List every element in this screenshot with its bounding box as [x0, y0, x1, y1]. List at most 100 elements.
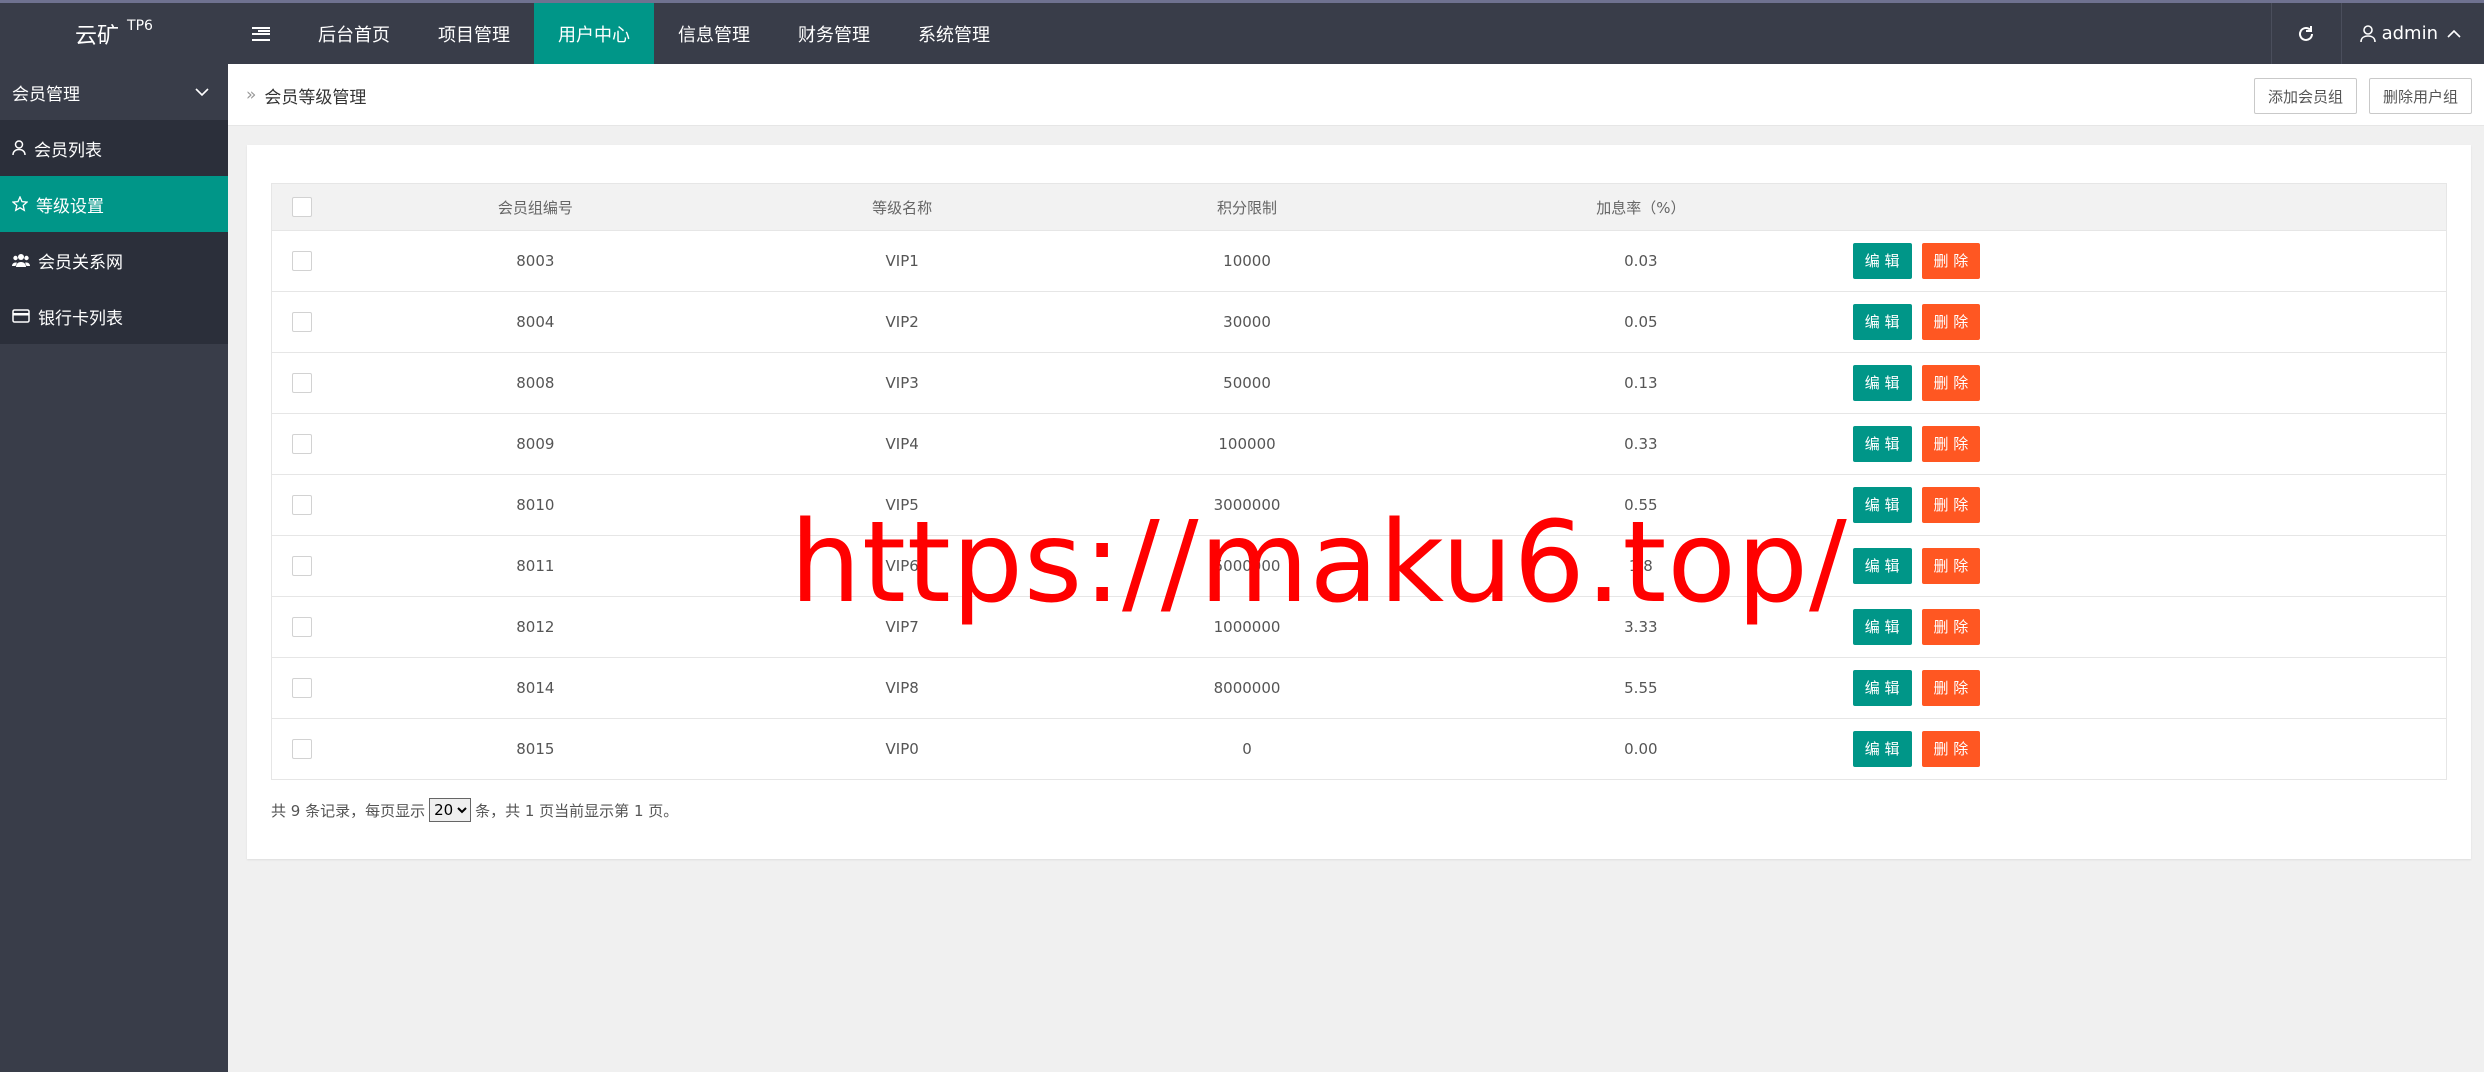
menu-toggle-icon[interactable] — [230, 3, 294, 64]
row-select-cell — [271, 230, 332, 292]
edit-button[interactable]: 编 辑 — [1852, 548, 1912, 584]
delete-button[interactable]: 删 除 — [1921, 487, 1981, 523]
table-row: 8015 VIP0 0 0.00 编 辑删 除 — [271, 718, 2447, 780]
interest-rate-cell: 0.55 — [1428, 474, 1853, 536]
delete-button[interactable]: 删 除 — [1921, 243, 1981, 279]
sidebar-item-bank-cards[interactable]: 银行卡列表 — [0, 288, 228, 344]
edit-button[interactable]: 编 辑 — [1852, 243, 1912, 279]
row-checkbox[interactable] — [291, 739, 312, 759]
row-checkbox[interactable] — [291, 312, 312, 332]
group-id-cell: 8008 — [331, 352, 740, 414]
column-header[interactable]: 等级名称 — [739, 183, 1066, 231]
nav-finance[interactable]: 财务管理 — [774, 3, 894, 64]
level-name-cell: VIP0 — [739, 718, 1066, 780]
level-name-cell: VIP7 — [739, 596, 1066, 658]
content-card: 会员组编号 等级名称 积分限制 加息率（%） 8003 VIP1 10000 0.03… — [247, 145, 2471, 859]
sidebar-item-label: 会员列表 — [34, 140, 102, 161]
interest-rate-cell: 0.33 — [1428, 413, 1853, 475]
interest-rate-cell: 0.05 — [1428, 291, 1853, 353]
double-chevron-right-icon: » — [246, 85, 257, 105]
points-limit-cell: 30000 — [1065, 291, 1429, 353]
delete-user-group-button[interactable]: 删除用户组 — [2368, 78, 2472, 114]
points-limit-cell: 8000000 — [1065, 657, 1429, 719]
delete-button[interactable]: 删 除 — [1921, 426, 1981, 462]
edit-button[interactable]: 编 辑 — [1852, 670, 1912, 706]
row-checkbox[interactable] — [291, 434, 312, 454]
nav-system[interactable]: 系统管理 — [894, 3, 1014, 64]
row-checkbox[interactable] — [291, 617, 312, 637]
edit-button[interactable]: 编 辑 — [1852, 426, 1912, 462]
table-row: 8004 VIP2 30000 0.05 编 辑删 除 — [271, 291, 2447, 353]
star-icon — [12, 196, 28, 212]
edit-button[interactable]: 编 辑 — [1852, 731, 1912, 767]
points-limit-cell: 1000000 — [1065, 596, 1429, 658]
column-header[interactable]: 会员组编号 — [331, 183, 740, 231]
row-actions: 编 辑删 除 — [1852, 718, 2447, 780]
row-select-cell — [271, 413, 332, 475]
sidebar-item-label: 会员关系网 — [38, 252, 123, 273]
sidebar: 会员管理 会员列表 等级设置 会员关系网 银行卡列表 — [0, 64, 228, 1072]
delete-button[interactable]: 删 除 — [1921, 609, 1981, 645]
row-select-cell — [271, 657, 332, 719]
delete-button[interactable]: 删 除 — [1921, 304, 1981, 340]
row-actions: 编 辑删 除 — [1852, 657, 2447, 719]
sidebar-item-label: 等级设置 — [36, 196, 104, 217]
user-icon — [12, 140, 26, 156]
interest-rate-cell: 5.55 — [1428, 657, 1853, 719]
sidebar-group-members[interactable]: 会员管理 — [0, 64, 228, 120]
page-size-select[interactable]: 20 — [429, 798, 472, 822]
logo-text: 云矿 — [75, 23, 120, 49]
delete-button[interactable]: 删 除 — [1921, 548, 1981, 584]
row-checkbox[interactable] — [291, 251, 312, 271]
group-id-cell: 8004 — [331, 291, 740, 353]
nav-user-center[interactable]: 用户中心 — [534, 3, 654, 64]
delete-button[interactable]: 删 除 — [1921, 365, 1981, 401]
row-actions: 编 辑删 除 — [1852, 352, 2447, 414]
table-row: 8009 VIP4 100000 0.33 编 辑删 除 — [271, 413, 2447, 475]
sidebar-item-level-settings[interactable]: 等级设置 — [0, 176, 228, 232]
select-all-checkbox[interactable] — [291, 197, 312, 217]
level-name-cell: VIP6 — [739, 535, 1066, 597]
edit-button[interactable]: 编 辑 — [1852, 365, 1912, 401]
edit-button[interactable]: 编 辑 — [1852, 609, 1912, 645]
level-name-cell: VIP8 — [739, 657, 1066, 719]
nav-projects[interactable]: 项目管理 — [414, 3, 534, 64]
logo: 云矿 TP6 — [0, 3, 228, 64]
breadcrumb: » 会员等级管理 — [246, 64, 366, 126]
table-row: 8011 VIP6 5000000 1.8 编 辑删 除 — [271, 535, 2447, 597]
edit-button[interactable]: 编 辑 — [1852, 304, 1912, 340]
sidebar-group-label: 会员管理 — [12, 84, 80, 105]
user-menu[interactable]: admin — [2340, 3, 2484, 64]
credit-card-icon — [12, 309, 30, 323]
level-name-cell: VIP2 — [739, 291, 1066, 353]
row-actions: 编 辑删 除 — [1852, 230, 2447, 292]
row-checkbox[interactable] — [291, 556, 312, 576]
add-member-group-button[interactable]: 添加会员组 — [2253, 78, 2357, 114]
level-name-cell: VIP4 — [739, 413, 1066, 475]
chevron-up-icon — [2447, 29, 2461, 38]
level-name-cell: VIP1 — [739, 230, 1066, 292]
points-limit-cell: 3000000 — [1065, 474, 1429, 536]
main-nav: 后台首页 项目管理 用户中心 信息管理 财务管理 系统管理 — [294, 3, 1014, 64]
column-header-actions — [1852, 183, 2447, 231]
delete-button[interactable]: 删 除 — [1921, 670, 1981, 706]
column-header[interactable]: 积分限制 — [1065, 183, 1429, 231]
refresh-icon[interactable] — [2270, 3, 2341, 64]
row-checkbox[interactable] — [291, 373, 312, 393]
row-checkbox[interactable] — [291, 495, 312, 515]
group-id-cell: 8011 — [331, 535, 740, 597]
group-id-cell: 8010 — [331, 474, 740, 536]
nav-info[interactable]: 信息管理 — [654, 3, 774, 64]
row-checkbox[interactable] — [291, 678, 312, 698]
sidebar-item-member-network[interactable]: 会员关系网 — [0, 232, 228, 288]
interest-rate-cell: 0.13 — [1428, 352, 1853, 414]
group-id-cell: 8009 — [331, 413, 740, 475]
column-header[interactable]: 加息率（%） — [1428, 183, 1853, 231]
delete-button[interactable]: 删 除 — [1921, 731, 1981, 767]
select-all-cell — [271, 183, 332, 231]
logo-version: TP6 — [127, 17, 153, 34]
edit-button[interactable]: 编 辑 — [1852, 487, 1912, 523]
sidebar-item-member-list[interactable]: 会员列表 — [0, 120, 228, 176]
nav-home[interactable]: 后台首页 — [294, 3, 414, 64]
interest-rate-cell: 1.8 — [1428, 535, 1853, 597]
